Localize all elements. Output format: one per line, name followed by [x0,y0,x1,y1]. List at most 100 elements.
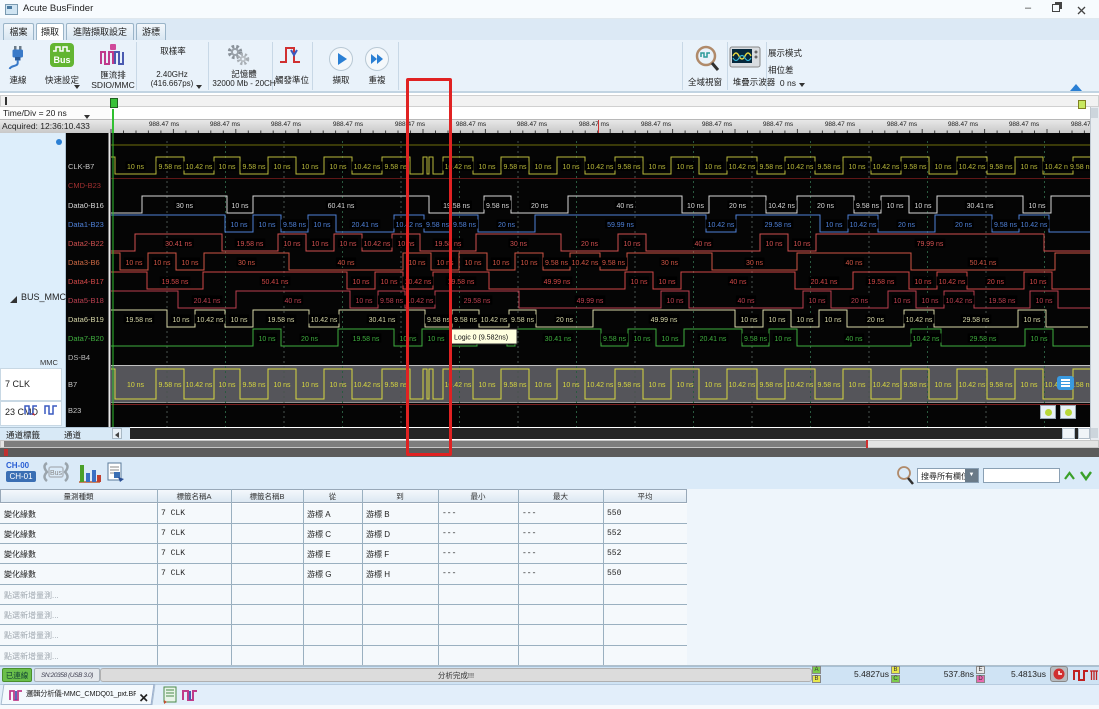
svg-text:10.42 ns: 10.42 ns [186,382,213,389]
svg-text:10 ns: 10 ns [704,164,722,171]
svg-text:988.47 ms: 988.47 ms [333,121,364,128]
svg-text:9.58 ns: 9.58 ns [904,382,927,389]
svg-text:9.58 ns: 9.58 ns [385,164,408,171]
svg-text:10 ns: 10 ns [914,279,932,286]
svg-text:20 ns: 20 ns [817,203,835,210]
svg-text:30 ns: 30 ns [661,260,679,267]
svg-text:DS-B4: DS-B4 [68,353,90,362]
svg-text:988.47 ms: 988.47 ms [763,121,794,128]
svg-text:10 ns: 10 ns [329,164,347,171]
svg-text:30 ns: 30 ns [510,241,528,248]
svg-text:29.58 ns: 29.58 ns [963,317,990,324]
svg-text:9.58 ns: 9.58 ns [486,203,509,210]
svg-text:988.47 ms: 988.47 ms [271,121,302,128]
svg-text:20 ns: 20 ns [531,203,549,210]
svg-text:10 ns: 10 ns [125,260,143,267]
svg-text:9.58 ns: 9.58 ns [990,382,1013,389]
svg-text:10 ns: 10 ns [1028,203,1046,210]
svg-text:9.58 ns: 9.58 ns [603,336,626,343]
svg-text:10 ns: 10 ns [301,382,319,389]
svg-text:9.58 ns: 9.58 ns [994,222,1017,229]
svg-text:10 ns: 10 ns [258,222,276,229]
svg-text:10.42 ns: 10.42 ns [1045,164,1072,171]
svg-text:9.58 ns: 9.58 ns [1070,164,1090,171]
svg-text:10 ns: 10 ns [704,382,722,389]
svg-text:9.58 ns: 9.58 ns [744,336,767,343]
svg-text:40 ns: 40 ns [845,260,863,267]
svg-text:10 ns: 10 ns [218,382,236,389]
svg-text:10 ns: 10 ns [127,164,145,171]
svg-text:10 ns: 10 ns [1023,317,1041,324]
svg-text:9.58 ns: 9.58 ns [760,164,783,171]
svg-text:9.58 ns: 9.58 ns [904,164,927,171]
svg-text:10 ns: 10 ns [534,164,552,171]
svg-text:CMD-B23: CMD-B23 [68,181,101,190]
svg-text:10 ns: 10 ns [230,317,248,324]
svg-text:Data1-B23: Data1-B23 [68,220,104,229]
svg-text:40 ns: 40 ns [694,241,712,248]
svg-text:988.47 ms: 988.47 ms [948,121,979,128]
svg-text:9.58 ns: 9.58 ns [243,382,266,389]
svg-text:10 ns: 10 ns [648,382,666,389]
svg-text:B23: B23 [68,406,81,415]
svg-text:Bus: Bus [50,470,63,477]
svg-text:9.58 ns: 9.58 ns [760,382,783,389]
svg-text:988.47 ms: 988.47 ms [149,121,180,128]
svg-text:30 ns: 30 ns [176,203,194,210]
svg-text:10 ns: 10 ns [796,317,814,324]
svg-text:988.47 ms: 988.47 ms [456,121,487,128]
svg-text:10 ns: 10 ns [258,336,276,343]
svg-text:49.99 ns: 49.99 ns [577,298,604,305]
svg-text:10 ns: 10 ns [562,382,580,389]
svg-text:9.58 ns: 9.58 ns [283,222,306,229]
svg-text:Data7-B20: Data7-B20 [68,334,104,343]
svg-text:79.99 ns: 79.99 ns [917,241,944,248]
svg-text:10.42 ns: 10.42 ns [768,203,795,210]
svg-text:10 ns: 10 ns [848,164,866,171]
svg-text:20 ns: 20 ns [301,336,319,343]
svg-text:10 ns: 10 ns [230,222,248,229]
svg-text:30 ns: 30 ns [746,260,764,267]
svg-text:10 ns: 10 ns [218,164,236,171]
svg-text:20 ns: 20 ns [898,222,916,229]
svg-text:10.42 ns: 10.42 ns [354,382,381,389]
svg-text:9.58 ns: 9.58 ns [454,317,477,324]
svg-text:9.58 ns: 9.58 ns [602,260,625,267]
svg-text:10 ns: 10 ns [666,298,684,305]
svg-text:10.42 ns: 10.42 ns [572,260,599,267]
svg-text:10.42 ns: 10.42 ns [959,164,986,171]
svg-text:20 ns: 20 ns [851,298,869,305]
svg-text:10 ns: 10 ns [808,298,826,305]
svg-text:10.42 ns: 10.42 ns [850,222,877,229]
svg-text:10.42 ns: 10.42 ns [708,222,735,229]
svg-text:B7: B7 [68,380,77,389]
svg-text:40 ns: 40 ns [337,260,355,267]
svg-text:10 ns: 10 ns [562,164,580,171]
svg-text:10 ns: 10 ns [740,317,758,324]
svg-text:988.47 ms: 988.47 ms [210,121,241,128]
svg-text:9.58 ns: 9.58 ns [159,382,182,389]
svg-text:20 ns: 20 ns [867,317,885,324]
svg-text:10 ns: 10 ns [301,164,319,171]
svg-text:10.42 ns: 10.42 ns [729,382,756,389]
svg-text:10.42 ns: 10.42 ns [311,317,338,324]
svg-text:10 ns: 10 ns [893,298,911,305]
svg-text:10 ns: 10 ns [355,298,373,305]
svg-text:10 ns: 10 ns [1029,279,1047,286]
svg-text:20 ns: 20 ns [955,222,973,229]
svg-text:988.47 ms: 988.47 ms [641,121,672,128]
svg-text:988.47 ms: 988.47 ms [825,121,856,128]
svg-text:19.58 ns: 19.58 ns [162,279,189,286]
svg-text:9.58 ns: 9.58 ns [856,203,879,210]
svg-text:10 ns: 10 ns [352,279,370,286]
svg-text:10 ns: 10 ns [768,317,786,324]
svg-text:20 ns: 20 ns [729,203,747,210]
svg-text:Data4-B17: Data4-B17 [68,277,104,286]
svg-text:30.41 ns: 30.41 ns [545,336,572,343]
svg-text:10 ns: 10 ns [848,382,866,389]
svg-text:10 ns: 10 ns [825,222,843,229]
svg-text:20.41 ns: 20.41 ns [194,298,221,305]
svg-text:10.42 ns: 10.42 ns [873,382,900,389]
svg-text:10 ns: 10 ns [380,279,398,286]
svg-text:9.58 ns: 9.58 ns [511,317,534,324]
